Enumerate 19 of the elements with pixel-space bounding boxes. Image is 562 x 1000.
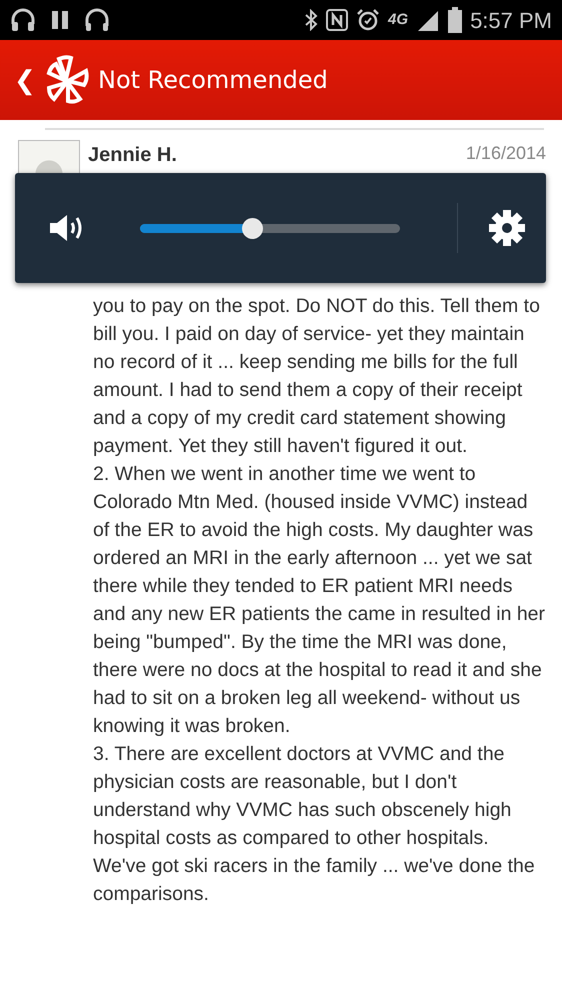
author-name: Jennie H.	[88, 143, 177, 168]
nfc-icon	[326, 9, 348, 31]
pause-icon	[52, 11, 68, 29]
review-paragraph: you to pay on the spot. Do NOT do this. Tell them to bill you. I paid on day of service- yet they maintain no record of it ... keep sending me bills for the full amount. I had to send them a copy of their receipt and a copy of my credit card statement showing payment. Yet they still haven't figured it out.	[93, 294, 541, 459]
headphones-icon	[84, 8, 110, 32]
settings-icon[interactable]	[488, 209, 526, 247]
bluetooth-icon	[304, 9, 318, 31]
review-paragraph: 3. There are excellent doctors at VVMC and the physician costs are reasonable, but I don't understand why VVMC has such obscenely high hospital costs as compared to other hospitals. We've got ski racers in the family ... we've done the comparisons.	[93, 742, 536, 907]
network-type-label: 4G	[388, 10, 408, 30]
alarm-icon	[356, 8, 380, 32]
review-paragraph: 2. When we went in another time we went to Colorado Mtn Med. (housed inside VVMC) instead of the ER to avoid the high costs. My daughter was ordered an MRI in the early afternoon ... yet we sat there while they tended to ER patient MRI needs and any new ER patients the came in resulted in her being "bumped". By the time the MRI was done, there were no docs at the hospital to read it and she had to sit on a broken leg all weekend- without us knowing it was broken.	[93, 462, 546, 739]
headphones-icon	[10, 8, 36, 32]
review-date: 1/16/2014	[466, 142, 546, 165]
screen-title: Not Recommended	[98, 65, 328, 96]
back-button[interactable]: ❮	[8, 60, 42, 100]
flower-logo-icon	[46, 55, 90, 105]
battery-icon	[448, 7, 462, 33]
clock-time: 5:57 PM	[470, 6, 552, 34]
signal-icon	[416, 9, 440, 31]
